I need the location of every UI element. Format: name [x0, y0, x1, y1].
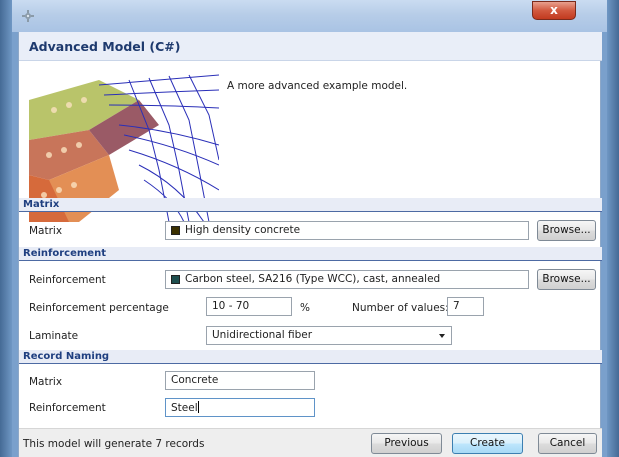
matrix-browse-button[interactable]: Browse...	[537, 220, 596, 241]
chevron-down-icon	[439, 334, 445, 338]
material-swatch-icon	[171, 226, 180, 235]
matrix-material-field[interactable]: High density concrete	[165, 221, 529, 240]
record-matrix-name-input[interactable]: Concrete	[165, 371, 315, 390]
app-icon	[22, 10, 34, 22]
reinforcement-percentage-value: 10 - 70	[212, 300, 250, 312]
text-caret	[197, 401, 199, 413]
laminate-label: Laminate	[29, 330, 79, 342]
dialog-footer: This model will generate 7 records Previ…	[19, 428, 602, 457]
reinforcement-label: Reinforcement	[29, 274, 106, 286]
matrix-material-value: High density concrete	[185, 224, 301, 236]
number-of-values-value: 7	[453, 300, 460, 312]
desktop-right	[607, 0, 619, 457]
percent-unit: %	[300, 302, 310, 314]
reinforcement-material-value: Carbon steel, SA216 (Type WCC), cast, an…	[185, 273, 441, 285]
record-reinforcement-name-input[interactable]: Steel	[165, 398, 315, 417]
previous-button[interactable]: Previous	[371, 433, 442, 454]
model-description: A more advanced example model.	[227, 80, 408, 92]
page-title: Advanced Model (C#)	[29, 39, 181, 54]
desktop-left	[0, 0, 12, 457]
number-of-values-input[interactable]: 7	[447, 297, 484, 316]
record-matrix-label: Matrix	[29, 376, 63, 388]
section-reinforcement-title: Reinforcement	[23, 248, 106, 259]
matrix-label: Matrix	[29, 225, 63, 237]
section-matrix: Matrix	[19, 198, 602, 212]
dialog-window: x Advanced Model (C#) A more advanced ex…	[12, 0, 607, 457]
laminate-dropdown[interactable]: Unidirectional fiber	[206, 326, 452, 345]
close-icon: x	[550, 3, 558, 17]
reinforcement-percentage-input[interactable]: 10 - 70	[206, 297, 292, 316]
status-text: This model will generate 7 records	[23, 438, 205, 450]
model-header: Advanced Model (C#)	[19, 32, 602, 61]
record-reinforcement-name-value: Steel	[171, 402, 198, 414]
record-reinforcement-label: Reinforcement	[29, 402, 106, 414]
section-reinforcement: Reinforcement	[19, 247, 602, 261]
reinforcement-browse-button[interactable]: Browse...	[537, 269, 596, 290]
number-of-values-label: Number of values:	[352, 302, 449, 314]
laminate-value: Unidirectional fiber	[212, 329, 313, 341]
create-button[interactable]: Create	[452, 433, 523, 454]
reinforcement-material-field[interactable]: Carbon steel, SA216 (Type WCC), cast, an…	[165, 270, 529, 289]
section-record-naming: Record Naming	[19, 350, 602, 364]
section-matrix-title: Matrix	[23, 199, 60, 210]
material-swatch-icon	[171, 275, 180, 284]
dialog-client: Advanced Model (C#) A more advanced exam…	[18, 32, 602, 457]
title-bar: x	[12, 0, 607, 32]
section-record-naming-title: Record Naming	[23, 351, 110, 362]
cancel-button[interactable]: Cancel	[538, 433, 597, 454]
record-matrix-name-value: Concrete	[171, 374, 219, 386]
close-button[interactable]: x	[532, 1, 576, 20]
reinforcement-percentage-label: Reinforcement percentage	[29, 302, 169, 314]
